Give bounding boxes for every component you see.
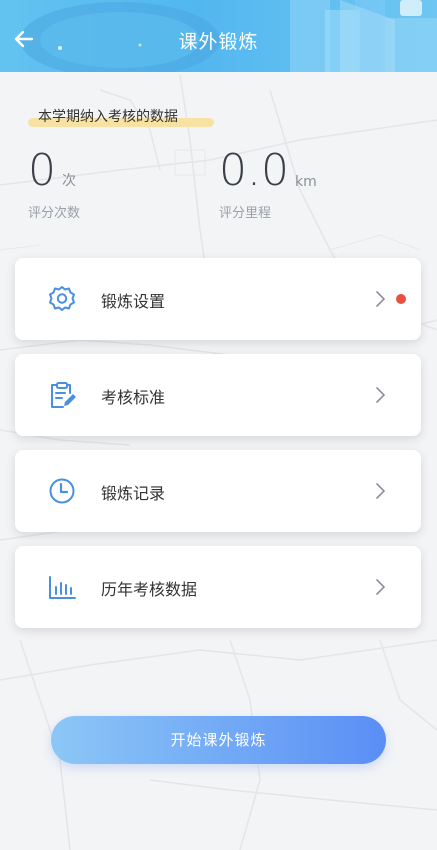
clock-icon — [49, 478, 75, 504]
stat-count: 0 次 评分次数 — [28, 145, 81, 222]
exercise-page: 课外锻炼 本学期纳入考核的数据 0 次 评分次数 0.0 km 评分里程 锻炼设… — [0, 0, 437, 850]
chevron-right-icon — [376, 579, 385, 595]
stat-count-value: 0 — [28, 145, 56, 196]
menu-item-label: 锻炼记录 — [101, 484, 166, 503]
bar-chart-icon — [49, 576, 76, 599]
page-title: 课外锻炼 — [178, 31, 259, 53]
stat-distance: 0.0 km 评分里程 — [219, 145, 317, 222]
gear-icon — [49, 286, 75, 311]
menu-item-label: 考核标准 — [101, 388, 166, 407]
notification-dot — [396, 294, 406, 304]
header-bar: 课外锻炼 — [0, 0, 437, 72]
clipboard-edit-icon — [51, 382, 76, 408]
start-exercise-button[interactable]: 开始课外锻炼 — [51, 716, 386, 764]
menu-item-assessment-standard[interactable]: 考核标准 — [15, 354, 421, 436]
stat-count-unit: 次 — [62, 173, 76, 189]
stat-distance-value: 0.0 — [219, 145, 289, 196]
menu-item-label: 历年考核数据 — [101, 580, 198, 599]
menu-item-label: 锻炼设置 — [101, 292, 166, 311]
menu-item-historical-data[interactable]: 历年考核数据 — [15, 546, 421, 628]
menu-item-exercise-settings[interactable]: 锻炼设置 — [15, 258, 421, 340]
chevron-right-icon — [376, 483, 385, 499]
menu-item-exercise-records[interactable]: 锻炼记录 — [15, 450, 421, 532]
stats-section-label: 本学期纳入考核的数据 — [28, 106, 214, 127]
stat-count-caption: 评分次数 — [28, 206, 81, 221]
stats-label-text: 本学期纳入考核的数据 — [38, 109, 178, 125]
chevron-right-icon — [376, 387, 385, 403]
stat-distance-unit: km — [294, 174, 317, 190]
chevron-right-icon — [376, 291, 385, 307]
stat-distance-caption: 评分里程 — [219, 206, 272, 221]
